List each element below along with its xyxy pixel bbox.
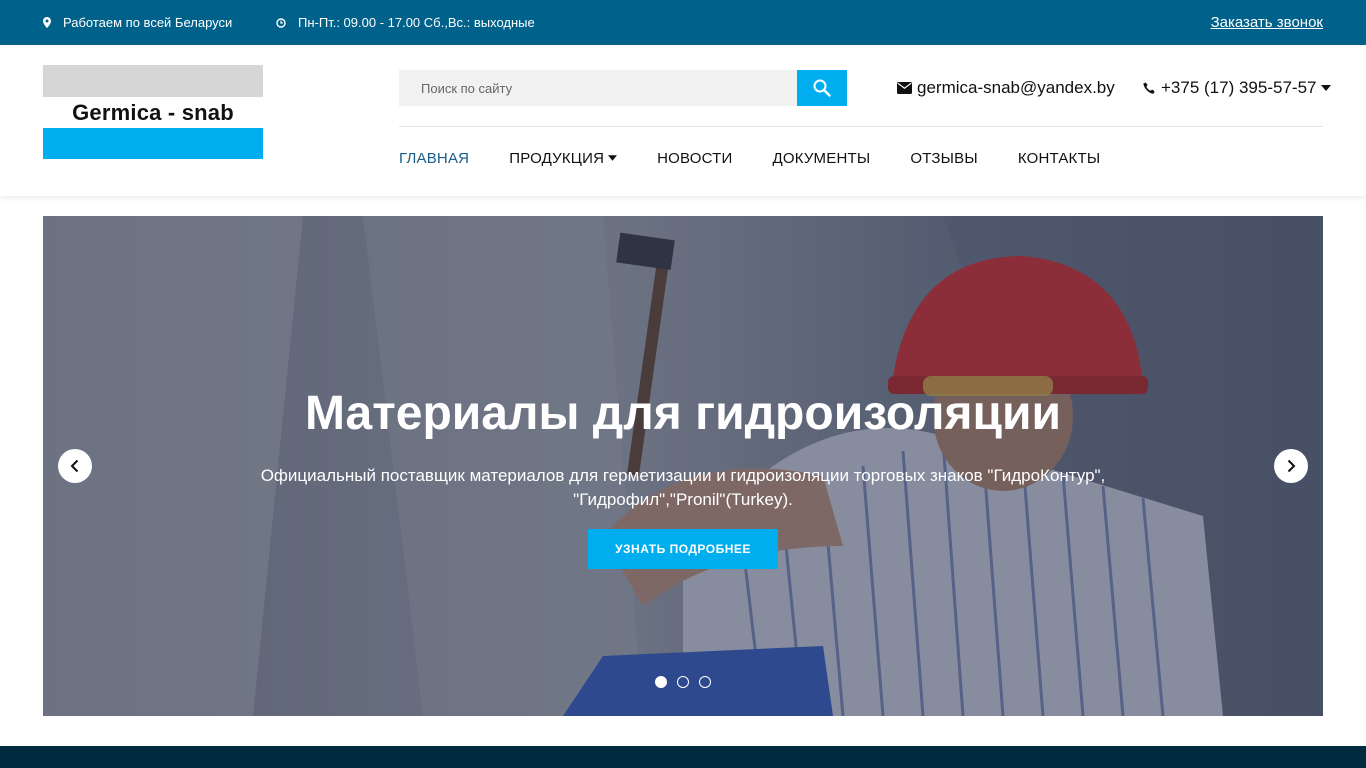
slider-dot-3[interactable] xyxy=(699,676,711,688)
map-marker-icon xyxy=(43,17,51,28)
logo[interactable]: Germica - snab xyxy=(43,65,263,159)
learn-more-button[interactable]: УЗНАТЬ ПОДРОБНЕЕ xyxy=(588,529,778,569)
hours-info: Пн-Пт.: 09.00 - 17.00 Сб.,Вс.: выходные xyxy=(276,0,535,45)
clock-icon xyxy=(276,17,286,28)
slide-description: Официальный поставщик материалов для гер… xyxy=(260,466,1106,509)
envelope-icon xyxy=(897,82,912,94)
slider-dot-2[interactable] xyxy=(677,676,689,688)
chevron-right-icon xyxy=(1287,459,1296,473)
search-button[interactable] xyxy=(797,70,847,106)
hours-text: Пн-Пт.: 09.00 - 17.00 Сб.,Вс.: выходные xyxy=(298,15,535,30)
footer-strip xyxy=(0,746,1366,768)
caret-down-icon xyxy=(1321,85,1332,91)
main-nav: ГЛАВНАЯ ПРОДУКЦИЯ НОВОСТИ ДОКУМЕНТЫ ОТЗЫ… xyxy=(399,138,1140,178)
phone-text: +375 (17) 395-57-57 xyxy=(1161,78,1317,97)
logo-band-top xyxy=(43,65,263,97)
location-info: Работаем по всей Беларуси xyxy=(43,0,232,45)
email-text: germica-snab@yandex.by xyxy=(917,78,1115,97)
callback-link[interactable]: Заказать звонок xyxy=(1211,0,1323,45)
email-contact[interactable]: germica-snab@yandex.by xyxy=(897,70,1115,106)
hero-slider: Материалы для гидроизоляции Официальный … xyxy=(43,216,1323,716)
top-bar: Работаем по всей Беларуси Пн-Пт.: 09.00 … xyxy=(0,0,1366,45)
chevron-left-icon xyxy=(70,459,79,473)
nav-item-home[interactable]: ГЛАВНАЯ xyxy=(399,150,469,167)
location-text: Работаем по всей Беларуси xyxy=(63,15,233,30)
nav-item-contacts[interactable]: КОНТАКТЫ xyxy=(1018,150,1101,167)
slider-pagination xyxy=(655,676,721,688)
header-divider xyxy=(399,126,1323,127)
nav-item-reviews[interactable]: ОТЗЫВЫ xyxy=(910,150,977,167)
logo-text: Germica - snab xyxy=(43,97,263,128)
nav-item-news[interactable]: НОВОСТИ xyxy=(657,150,732,167)
search-icon xyxy=(813,79,831,97)
nav-item-products[interactable]: ПРОДУКЦИЯ xyxy=(509,150,618,167)
slider-dot-1[interactable] xyxy=(655,676,667,688)
caret-down-icon xyxy=(608,155,618,161)
phone-contact[interactable]: +375 (17) 395-57-57 xyxy=(1143,70,1332,106)
header: Germica - snab germica-snab@yandex.by +3… xyxy=(0,45,1366,196)
slider-next-button[interactable] xyxy=(1274,449,1308,483)
slide-title: Материалы для гидроизоляции xyxy=(304,387,1062,440)
logo-band-bottom xyxy=(43,128,263,159)
slider-prev-button[interactable] xyxy=(58,449,92,483)
search-input[interactable] xyxy=(399,70,797,106)
phone-icon xyxy=(1143,82,1155,94)
nav-item-documents[interactable]: ДОКУМЕНТЫ xyxy=(772,150,870,167)
search-form xyxy=(399,70,847,106)
